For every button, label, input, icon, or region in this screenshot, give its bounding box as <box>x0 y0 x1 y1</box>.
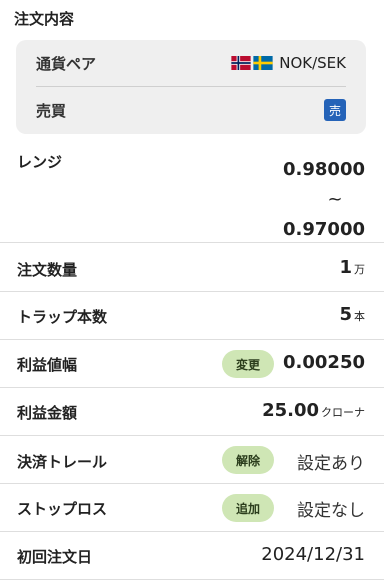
norway-flag-icon <box>231 56 251 70</box>
side-row: 売買 売 <box>36 87 346 133</box>
currency-pair-value: NOK/SEK <box>231 54 346 72</box>
range-low: 0.97000 <box>283 219 365 240</box>
traps-row: トラップ本数 5本 <box>0 292 384 340</box>
section-title: 注文内容 <box>14 10 75 28</box>
profit-amount-row: 利益金額 25.00 クローナ <box>0 388 384 436</box>
add-stoploss-button[interactable]: 追加 <box>222 494 274 522</box>
quantity-label: 注文数量 <box>17 261 78 279</box>
currency-pair-label: 通貨ペア <box>36 54 97 73</box>
traps-value: 5 <box>339 304 352 325</box>
quantity-value-wrap: 1万 <box>339 257 365 278</box>
change-profit-width-button[interactable]: 変更 <box>222 350 274 378</box>
profit-amount-value: 25.00 <box>262 400 319 421</box>
range-row: レンジ 0.98000 ~ 0.97000 <box>0 145 384 243</box>
profit-width-value: 0.00250 <box>283 352 365 373</box>
cancel-trail-button[interactable]: 解除 <box>222 446 274 474</box>
sell-badge: 売 <box>324 99 346 121</box>
profit-amount-label: 利益金額 <box>17 404 78 422</box>
trail-value: 設定あり <box>297 454 365 474</box>
currency-pair-row: 通貨ペア NOK/SEK <box>36 40 346 87</box>
traps-value-wrap: 5本 <box>339 304 365 325</box>
traps-unit: 本 <box>354 310 365 323</box>
trail-row: 決済トレール 解除 設定あり <box>0 436 384 484</box>
traps-label: トラップ本数 <box>17 308 108 326</box>
sweden-flag-icon <box>253 56 273 70</box>
stoploss-label: ストップロス <box>17 500 108 518</box>
pair-card: 通貨ペア NOK/SEK 売買 売 <box>16 40 366 134</box>
stoploss-value: 設定なし <box>297 501 365 521</box>
range-tilde: ~ <box>327 189 343 210</box>
profit-amount-unit: クローナ <box>321 406 365 419</box>
side-label: 売買 <box>36 101 67 120</box>
profit-amount-value-wrap: 25.00 クローナ <box>262 400 365 421</box>
first-date-label: 初回注文日 <box>17 548 93 566</box>
quantity-row: 注文数量 1万 <box>0 243 384 292</box>
quantity-value: 1 <box>339 257 352 278</box>
range-label: レンジ <box>17 153 63 171</box>
quantity-unit: 万 <box>354 263 365 276</box>
trail-label: 決済トレール <box>17 453 108 471</box>
stoploss-row: ストップロス 追加 設定なし <box>0 484 384 532</box>
profit-width-row: 利益値幅 変更 0.00250 <box>0 340 384 388</box>
first-date-value: 2024/12/31 <box>261 544 365 565</box>
range-values: 0.98000 ~ 0.97000 <box>283 155 365 245</box>
profit-width-label: 利益値幅 <box>17 356 78 374</box>
range-high: 0.98000 <box>283 159 365 180</box>
currency-pair-text: NOK/SEK <box>279 54 346 72</box>
first-date-row: 初回注文日 2024/12/31 <box>0 532 384 580</box>
